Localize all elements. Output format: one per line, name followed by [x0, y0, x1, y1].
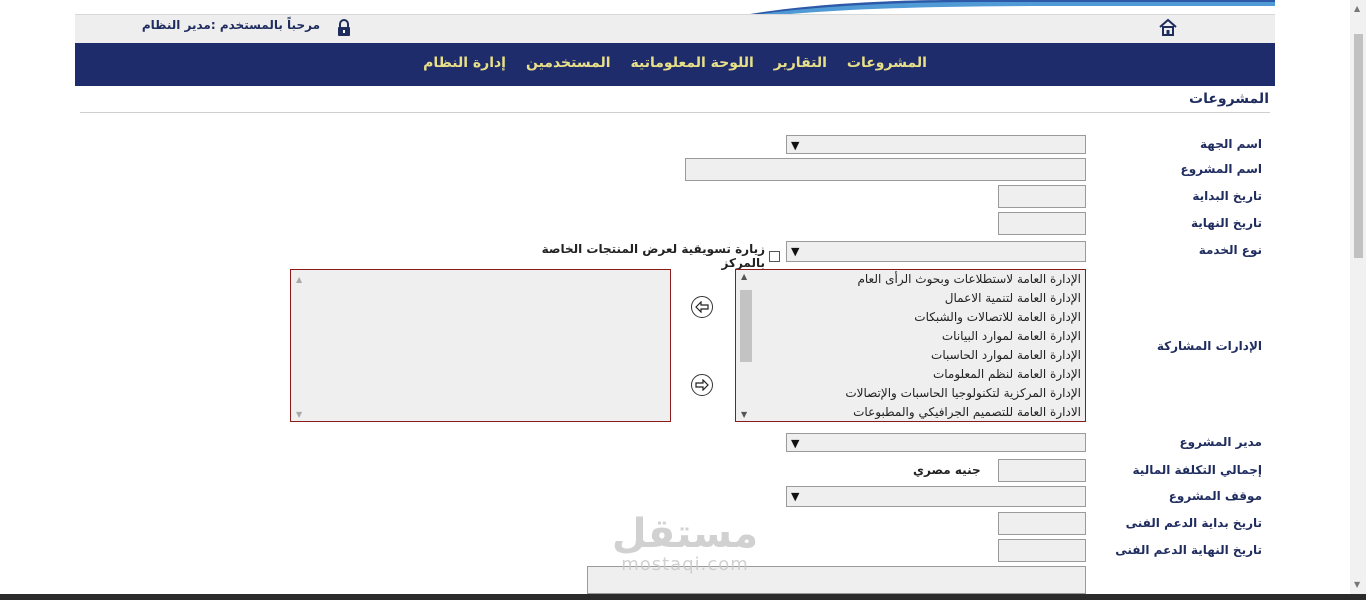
page-title: المشروعات: [1189, 91, 1269, 107]
bottom-bar: [0, 594, 1366, 600]
support-end-label: تاريخ النهاية الدعم الفنى: [1115, 543, 1262, 557]
scroll-up-icon[interactable]: ▲: [741, 272, 747, 281]
watermark-sub: mostaqi.com: [621, 554, 749, 575]
project-name-input[interactable]: [685, 158, 1086, 181]
status-label: موقف المشروع: [1168, 489, 1262, 503]
home-icon[interactable]: [1158, 18, 1178, 36]
end-date-label: تاريخ النهاية: [1191, 216, 1262, 230]
total-cost-label: إجمالي التكلفة المالية: [1132, 463, 1262, 477]
nav-users[interactable]: المستخدمين: [526, 55, 611, 71]
project-name-label: اسم المشروع: [1180, 162, 1263, 176]
end-date-input[interactable]: [998, 212, 1086, 235]
arrow-left-icon: [695, 301, 709, 313]
list-item[interactable]: الادارة العامة للتصميم الجرافيكي والمطبو…: [853, 405, 1081, 419]
start-date-input[interactable]: [998, 185, 1086, 208]
support-start-input[interactable]: [998, 512, 1086, 535]
service-type-select[interactable]: ▼: [786, 241, 1086, 262]
list-item[interactable]: الإدارة العامة لتنمية الاعمال: [945, 291, 1081, 305]
list-item[interactable]: الإدارة العامة لاستطلاعات وبحوث الرأى ال…: [857, 272, 1081, 286]
departments-label: الإدارات المشاركة: [1156, 339, 1262, 353]
watermark-logo: مستقل mostaqi.com: [600, 512, 770, 574]
currency-label: جنيه مصري: [913, 463, 981, 477]
list-item[interactable]: الإدارة العامة لنظم المعلومات: [933, 367, 1081, 381]
list-scrollbar[interactable]: ▲ ▼: [738, 272, 752, 419]
page-scroll-thumb[interactable]: [1354, 34, 1363, 258]
move-right-button[interactable]: [691, 374, 713, 396]
service-type-label: نوع الخدمة: [1198, 243, 1262, 257]
watermark-main: مستقل: [611, 511, 759, 557]
header-wave-decoration: [750, 0, 1275, 14]
chevron-down-icon: ▼: [791, 245, 800, 258]
start-date-label: تاريخ البداية: [1192, 189, 1262, 203]
total-cost-input[interactable]: [998, 459, 1086, 482]
scroll-down-icon[interactable]: ▼: [741, 410, 747, 419]
entity-label: اسم الجهة: [1200, 137, 1262, 151]
departments-available-list[interactable]: الإدارة العامة لاستطلاعات وبحوث الرأى ال…: [735, 269, 1086, 422]
title-divider: [80, 112, 1270, 113]
scroll-down-icon[interactable]: ▼: [1354, 580, 1360, 589]
chevron-down-icon: ▼: [791, 139, 800, 152]
nav-system-admin[interactable]: إدارة النظام: [423, 55, 506, 71]
chevron-down-icon: ▼: [791, 437, 800, 450]
list-item[interactable]: الإدارة العامة لموارد الحاسبات: [931, 348, 1081, 362]
marketing-visit-label: زيارة تسويقية لعرض المنتجات الخاصة بالمر…: [541, 242, 765, 270]
support-end-input[interactable]: [998, 539, 1086, 562]
manager-label: مدير المشروع: [1179, 435, 1262, 449]
move-left-button[interactable]: [691, 296, 713, 318]
list-item[interactable]: الإدارة العامة للاتصالات والشبكات: [914, 310, 1081, 324]
arrow-right-icon: [695, 379, 709, 391]
nav-reports[interactable]: التقارير: [774, 55, 827, 71]
departments-selected-list[interactable]: ▲ ▼: [290, 269, 671, 422]
marketing-visit-checkbox[interactable]: [769, 250, 780, 262]
selected-list-scrollbar[interactable]: ▲ ▼: [293, 272, 306, 419]
nav-projects[interactable]: المشروعات: [847, 55, 927, 71]
scroll-down-icon[interactable]: ▼: [296, 410, 302, 419]
list-item[interactable]: الإدارة العامة لموارد البيانات: [942, 329, 1081, 343]
scroll-up-icon[interactable]: ▲: [1354, 4, 1360, 13]
main-nav: المشروعات التقارير اللوحة المعلوماتية ال…: [75, 43, 1275, 86]
status-select[interactable]: ▼: [786, 486, 1086, 507]
list-scroll-thumb[interactable]: [740, 290, 752, 362]
support-start-label: تاريخ بداية الدعم الفنى: [1125, 516, 1262, 530]
welcome-text: مرحباً بالمستخدم :مدير النظام: [141, 18, 320, 32]
chevron-down-icon: ▼: [791, 490, 800, 503]
nav-dashboard[interactable]: اللوحة المعلوماتية: [631, 55, 754, 71]
lock-icon[interactable]: [336, 19, 352, 37]
list-item[interactable]: الإدارة المركزية لتكنولوجيا الحاسبات وال…: [845, 386, 1081, 400]
manager-select[interactable]: ▼: [786, 433, 1086, 452]
entity-select[interactable]: ▼: [786, 135, 1086, 154]
page-scrollbar[interactable]: ▲ ▼: [1350, 0, 1366, 600]
scroll-up-icon[interactable]: ▲: [296, 275, 302, 284]
marketing-visit-row: زيارة تسويقية لعرض المنتجات الخاصة بالمر…: [494, 242, 780, 270]
